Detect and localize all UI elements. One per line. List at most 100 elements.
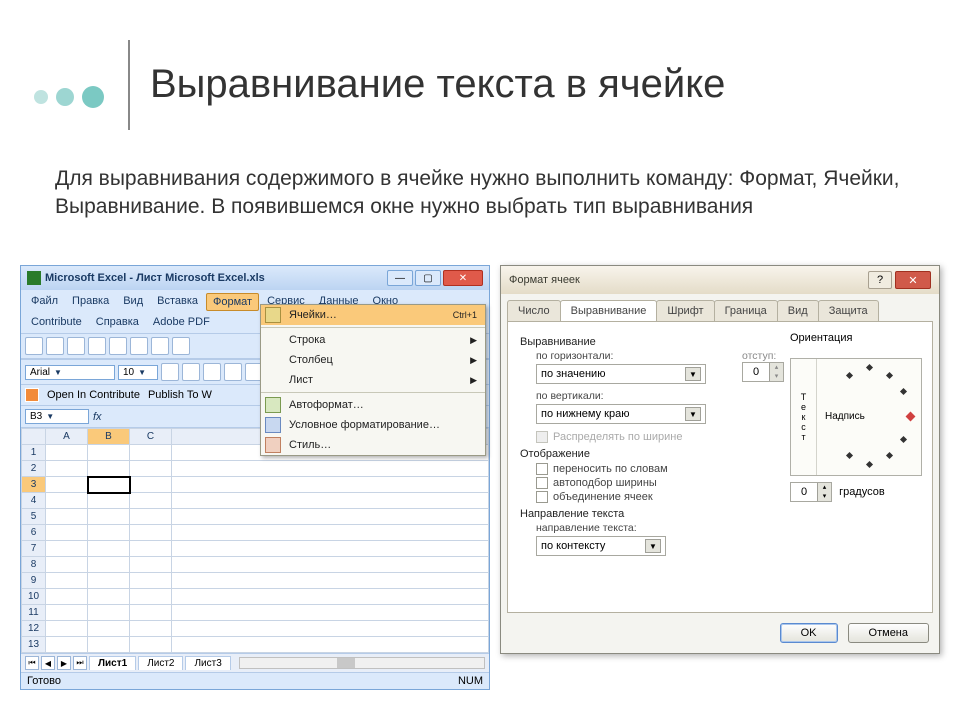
menu-item-style[interactable]: Стиль…	[261, 435, 485, 455]
tab-alignment[interactable]: Выравнивание	[560, 300, 658, 321]
col-header-a[interactable]: A	[46, 429, 88, 445]
preview-icon[interactable]	[109, 337, 127, 355]
worksheet-grid[interactable]: ABC 1 2 3 4 5 6 7 8 9 10 11 12 13	[21, 428, 489, 653]
publish-to-website[interactable]: Publish To W	[148, 389, 212, 401]
align-left-icon[interactable]	[224, 363, 242, 381]
menu-item-autoformat[interactable]: Автоформат…	[261, 395, 485, 415]
close-button[interactable]: ✕	[443, 270, 483, 286]
cut-icon[interactable]	[151, 337, 169, 355]
menu-adobepdf[interactable]: Adobe PDF	[147, 314, 216, 330]
tab-font[interactable]: Шрифт	[656, 300, 714, 321]
orientation-group: Ориентация Текст Надпись	[790, 332, 922, 502]
autoformat-icon	[265, 397, 281, 413]
menu-item-column[interactable]: Столбец▶	[261, 350, 485, 370]
menu-edit[interactable]: Правка	[66, 293, 115, 311]
orientation-dial[interactable]: Надпись	[817, 359, 921, 475]
open-icon[interactable]	[46, 337, 64, 355]
save-icon[interactable]	[67, 337, 85, 355]
menu-help[interactable]: Справка	[90, 314, 145, 330]
excel-icon	[27, 271, 41, 285]
spin-down-icon[interactable]: ▾	[769, 372, 783, 381]
print-icon[interactable]	[88, 337, 106, 355]
checkbox-merge[interactable]	[536, 491, 548, 503]
orientation-selected-dot	[906, 412, 916, 422]
ok-button[interactable]: OK	[780, 623, 838, 643]
fx-label[interactable]: fx	[93, 411, 102, 423]
group-textdir: Направление текста	[520, 508, 920, 520]
sheet-tab-3[interactable]: Лист3	[185, 656, 230, 670]
maximize-button[interactable]: ▢	[415, 270, 441, 286]
label-textdir: направление текста:	[536, 522, 920, 534]
degrees-spinner[interactable]: ▴▾	[790, 482, 832, 502]
cancel-button[interactable]: Отмена	[848, 623, 929, 643]
tab-nav-prev-icon[interactable]: ◀	[41, 656, 55, 670]
format-cells-dialog: Формат ячеек ? ✕ Число Выравнивание Шриф…	[500, 265, 940, 654]
tab-nav-first-icon[interactable]: ⏮	[25, 656, 39, 670]
menu-item-condformat[interactable]: Условное форматирование…	[261, 415, 485, 435]
col-header-c[interactable]: C	[130, 429, 172, 445]
tab-nav-last-icon[interactable]: ⏭	[73, 656, 87, 670]
underline-icon[interactable]	[203, 363, 221, 381]
sheet-tab-1[interactable]: Лист1	[89, 656, 136, 670]
menu-item-row[interactable]: Строка▶	[261, 330, 485, 350]
indent-group: отступ: ▴▾	[742, 350, 784, 382]
shortcut-label: Ctrl+1	[453, 310, 477, 320]
dropdown-icon: ▼	[645, 539, 661, 553]
tab-border[interactable]: Граница	[714, 300, 778, 321]
label-distribute: Распределять по ширине	[553, 431, 682, 443]
status-ready: Готово	[27, 675, 61, 687]
horizontal-align-combo[interactable]: по значению▼	[536, 364, 706, 384]
menu-item-cells[interactable]: Ячейки…Ctrl+1	[261, 305, 485, 325]
spin-up-icon[interactable]: ▴	[817, 483, 831, 492]
horizontal-scrollbar[interactable]	[239, 657, 485, 669]
orientation-panel[interactable]: Текст Надпись	[790, 358, 922, 476]
font-combo[interactable]: Arial▼	[25, 365, 115, 380]
menu-insert[interactable]: Вставка	[151, 293, 204, 311]
textdir-combo[interactable]: по контексту▼	[536, 536, 666, 556]
submenu-arrow-icon: ▶	[470, 355, 477, 366]
checkbox-wrap[interactable]	[536, 463, 548, 475]
spin-up-icon[interactable]: ▴	[769, 363, 783, 372]
dialog-titlebar[interactable]: Формат ячеек ? ✕	[501, 266, 939, 294]
tab-number[interactable]: Число	[507, 300, 561, 321]
menu-format[interactable]: Формат	[206, 293, 259, 311]
bold-icon[interactable]	[161, 363, 179, 381]
slide-decor-dots	[34, 88, 104, 108]
menu-view[interactable]: Вид	[117, 293, 149, 311]
menu-contribute[interactable]: Contribute	[25, 314, 88, 330]
orientation-label: Ориентация	[790, 332, 922, 344]
indent-spinner[interactable]: ▴▾	[742, 362, 784, 382]
copy-icon[interactable]	[172, 337, 190, 355]
italic-icon[interactable]	[182, 363, 200, 381]
tab-nav-next-icon[interactable]: ▶	[57, 656, 71, 670]
minimize-button[interactable]: —	[387, 270, 413, 286]
indent-value[interactable]	[743, 363, 769, 381]
new-icon[interactable]	[25, 337, 43, 355]
open-in-contribute[interactable]: Open In Contribute	[47, 389, 140, 401]
vertical-text-button[interactable]: Текст	[791, 359, 817, 475]
dialog-footer: OK Отмена	[501, 619, 939, 653]
menu-item-sheet[interactable]: Лист▶	[261, 370, 485, 390]
status-bar: Готово NUM	[21, 672, 489, 689]
dialog-close-button[interactable]: ✕	[895, 271, 931, 289]
label-merge: объединение ячеек	[553, 491, 653, 503]
status-num: NUM	[458, 675, 483, 687]
name-box[interactable]: B3▼	[25, 409, 89, 424]
tab-fill[interactable]: Вид	[777, 300, 819, 321]
sheet-tab-2[interactable]: Лист2	[138, 656, 183, 670]
cells-icon	[265, 307, 281, 323]
spin-down-icon[interactable]: ▾	[817, 492, 831, 501]
tab-protection[interactable]: Защита	[818, 300, 879, 321]
col-header-b[interactable]: B	[88, 429, 130, 445]
orientation-caption: Надпись	[825, 411, 865, 422]
style-icon	[265, 437, 281, 453]
checkbox-shrink[interactable]	[536, 477, 548, 489]
vertical-align-combo[interactable]: по нижнему краю▼	[536, 404, 706, 424]
dialog-help-button[interactable]: ?	[868, 271, 892, 289]
degrees-value[interactable]	[791, 483, 817, 501]
excel-titlebar[interactable]: Microsoft Excel - Лист Microsoft Excel.x…	[21, 266, 489, 290]
spell-icon[interactable]	[130, 337, 148, 355]
selected-cell-b3[interactable]	[88, 477, 130, 493]
menu-file[interactable]: Файл	[25, 293, 64, 311]
fontsize-combo[interactable]: 10▼	[118, 365, 158, 380]
